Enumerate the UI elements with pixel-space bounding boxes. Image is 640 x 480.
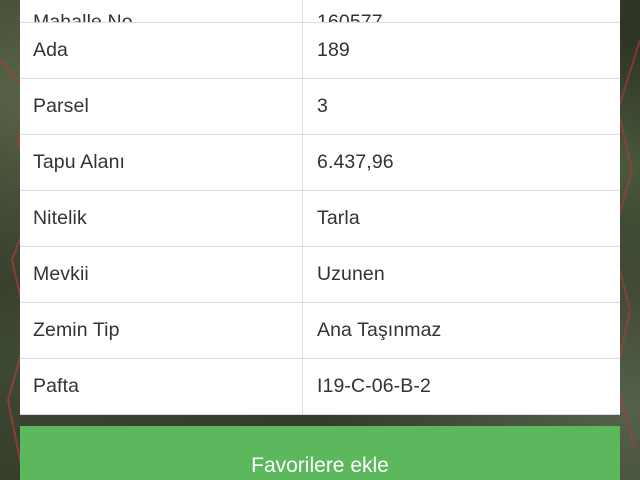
- table-row: Mevkii Uzunen: [20, 247, 620, 303]
- nitelik-value: Tarla: [317, 207, 360, 229]
- zemin-tip-value: Ana Taşınmaz: [317, 319, 442, 341]
- pafta-label: Pafta: [20, 359, 303, 414]
- parcel-info-sheet: Mahalle No 160577 Ada 189 Parsel 3 Tapu …: [20, 0, 620, 415]
- table-row: Zemin Tip Ana Taşınmaz: [20, 303, 620, 359]
- tapu-alani-value: 6.437,96: [317, 151, 394, 173]
- parcel-info-table: Mahalle No 160577 Ada 189 Parsel 3 Tapu …: [20, 0, 620, 415]
- nitelik-label: Nitelik: [20, 191, 303, 246]
- row-value: 160577: [303, 0, 620, 22]
- add-to-favorites-button[interactable]: Favorilere ekle: [20, 426, 620, 480]
- row-label: Mahalle No: [20, 0, 303, 22]
- table-row: Tapu Alanı 6.437,96: [20, 135, 620, 191]
- table-row: Pafta I19-C-06-B-2: [20, 359, 620, 415]
- mahalle-no-value: 160577: [317, 11, 383, 22]
- zemin-tip-label: Zemin Tip: [20, 303, 303, 358]
- mevkii-value: Uzunen: [317, 263, 385, 285]
- table-row: Parsel 3: [20, 79, 620, 135]
- table-row: Nitelik Tarla: [20, 191, 620, 247]
- table-row: Ada 189: [20, 23, 620, 79]
- ada-label: Ada: [20, 23, 303, 78]
- mahalle-no-label: Mahalle No: [33, 11, 133, 22]
- tapu-alani-label: Tapu Alanı: [20, 135, 303, 190]
- parsel-value: 3: [317, 95, 328, 117]
- pafta-value: I19-C-06-B-2: [317, 375, 431, 397]
- parsel-label: Parsel: [20, 79, 303, 134]
- mevkii-label: Mevkii: [20, 247, 303, 302]
- table-row: Mahalle No 160577: [20, 0, 620, 23]
- ada-value: 189: [317, 39, 350, 61]
